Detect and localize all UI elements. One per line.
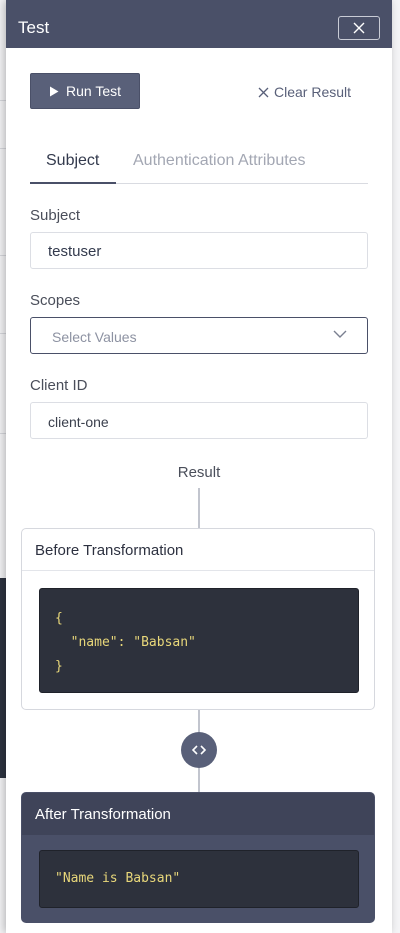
close-icon: [258, 87, 269, 97]
after-transformation-card: After Transformation "Name is Babsan": [21, 792, 375, 923]
modal-title: Test: [18, 18, 50, 37]
code-line: }: [55, 659, 63, 674]
before-transformation-card: Before Transformation { "name": "Babsan"…: [21, 528, 375, 710]
test-modal: Test Run Test Clear Result Subject Authe…: [6, 0, 392, 933]
run-test-label: Run Test: [66, 83, 121, 99]
connector-line: [198, 710, 200, 732]
tab-subject[interactable]: Subject: [46, 152, 99, 170]
connector-line: [198, 488, 200, 528]
connector-line: [198, 768, 200, 792]
code-line: {: [55, 611, 63, 626]
after-code-block: "Name is Babsan": [39, 850, 359, 908]
clear-result-button[interactable]: Clear Result: [258, 84, 351, 100]
client-id-value: client-one: [48, 414, 109, 430]
chevron-down-icon: [333, 330, 347, 338]
subject-value: testuser: [48, 243, 102, 260]
scopes-placeholder: Select Values: [52, 329, 137, 345]
transform-button[interactable]: [181, 732, 217, 768]
client-id-label: Client ID: [30, 377, 88, 394]
close-icon: [353, 22, 365, 34]
active-tab-indicator: [30, 182, 116, 184]
subject-label: Subject: [30, 207, 81, 224]
result-label: Result: [177, 464, 221, 481]
after-transformation-title: After Transformation: [22, 793, 374, 835]
code-icon: [191, 745, 207, 755]
before-transformation-title: Before Transformation: [22, 529, 374, 571]
code-line: "name": "Babsan": [55, 635, 196, 650]
close-button[interactable]: [338, 16, 380, 40]
tab-bar: Subject Authentication Attributes: [30, 152, 368, 184]
tab-authentication-attributes[interactable]: Authentication Attributes: [133, 152, 306, 170]
before-code-block: { "name": "Babsan" }: [39, 588, 359, 693]
play-icon: [50, 86, 59, 96]
client-id-input[interactable]: client-one: [30, 402, 368, 439]
code-line: "Name is Babsan": [55, 871, 181, 886]
modal-header: Test: [6, 0, 392, 48]
run-test-button[interactable]: Run Test: [30, 73, 140, 109]
subject-input[interactable]: testuser: [30, 232, 368, 269]
clear-result-label: Clear Result: [274, 84, 352, 100]
scopes-select[interactable]: Select Values: [30, 317, 368, 354]
scopes-label: Scopes: [30, 292, 81, 309]
